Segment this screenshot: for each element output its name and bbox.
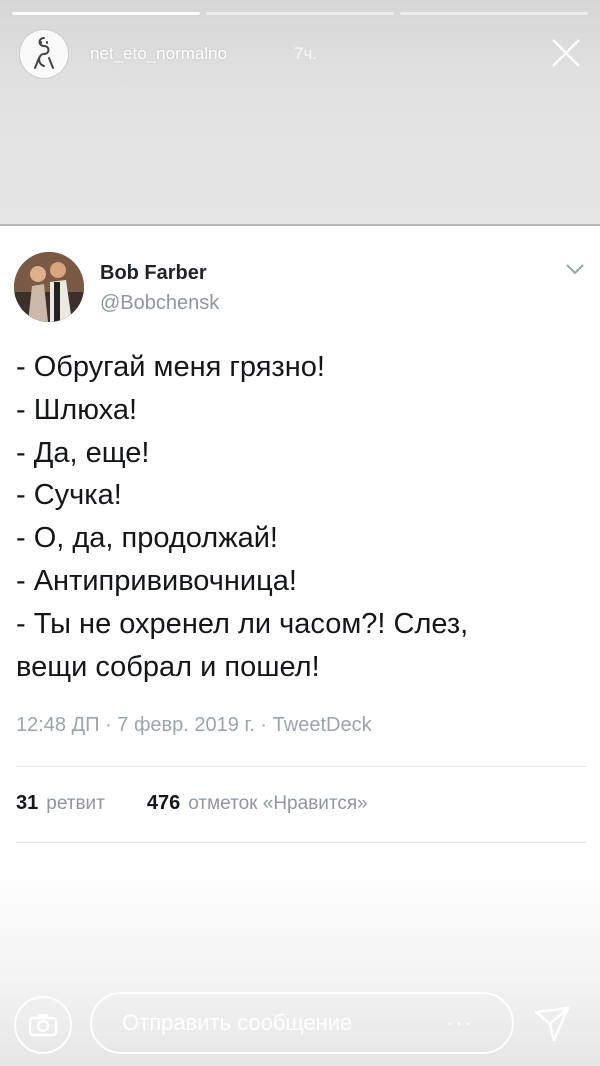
- divider: [16, 766, 586, 767]
- tweet-avatar[interactable]: [14, 252, 84, 322]
- camera-button[interactable]: [14, 996, 72, 1054]
- close-icon[interactable]: [548, 35, 584, 71]
- story-username[interactable]: net_eto_normalno: [90, 44, 227, 64]
- tweet-line: - Шлюха!: [16, 393, 137, 426]
- tweet-line: - О, да, продолжай!: [16, 522, 278, 555]
- retweets-label: ретвит: [46, 793, 105, 814]
- likes-label: отметок «Нравится»: [188, 793, 368, 814]
- story-time: 7ч.: [294, 44, 318, 63]
- avatar-photo: [14, 252, 84, 322]
- camera-icon: [28, 1014, 58, 1037]
- message-input[interactable]: Отправить сообщение ···: [90, 992, 514, 1054]
- story-avatar[interactable]: [20, 30, 68, 78]
- retweets-count: 31: [16, 792, 39, 814]
- progress-segment: [400, 12, 588, 15]
- tweet-card: Bob Farber @Bobchensk - Обругай меня гря…: [0, 226, 600, 866]
- tweet-author-handle[interactable]: @Bobchensk: [100, 292, 219, 315]
- tweet-meta: 12:48 ДП · 7 февр. 2019 г. · TweetDeck: [16, 714, 372, 736]
- tweet-author-name[interactable]: Bob Farber: [100, 262, 207, 285]
- tweet-text: - Обругай меня грязно! - Шлюха! - Да, ещ…: [16, 346, 586, 688]
- progress-segment: [12, 12, 200, 15]
- more-options-icon[interactable]: ···: [446, 1010, 474, 1036]
- story-header: net_eto_normalno 7ч.: [0, 0, 600, 226]
- chevron-down-icon[interactable]: [565, 262, 585, 276]
- doodle-avatar-icon: [34, 37, 54, 69]
- send-icon[interactable]: [532, 1004, 572, 1044]
- progress-segment: [206, 12, 394, 15]
- tweet-line: вещи собрал и пошел!: [16, 650, 320, 683]
- tweet-line: - Сучка!: [16, 479, 122, 512]
- likes-count: 476: [146, 792, 181, 814]
- tweet-line: - Ты не охренел ли часом?! Слез,: [16, 607, 469, 640]
- tweet-line: - Обругай меня грязно!: [16, 351, 325, 383]
- story-progress: [12, 12, 588, 15]
- message-placeholder: Отправить сообщение: [122, 1010, 353, 1035]
- tweet-stats: 31 ретвит 476 отметок «Нравится»: [16, 792, 368, 815]
- tweet-line: - Антипрививочница!: [16, 564, 297, 597]
- reply-bar: Отправить сообщение ···: [0, 866, 600, 1066]
- divider: [16, 842, 586, 843]
- tweet-line: - Да, еще!: [16, 436, 150, 469]
